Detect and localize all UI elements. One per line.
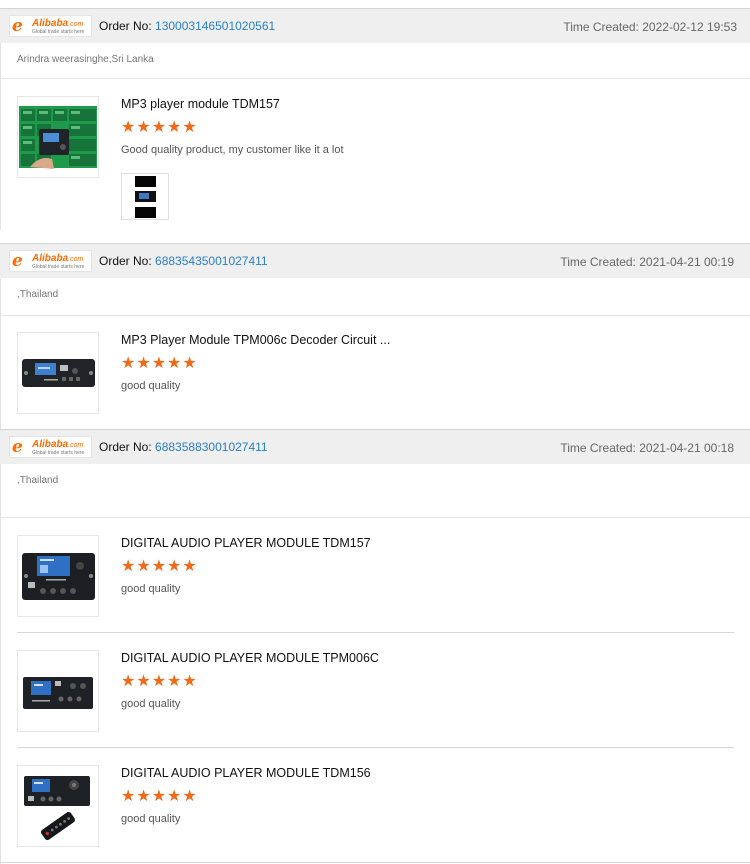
order-number: Order No: 130003146501020561 <box>99 18 275 34</box>
product-title[interactable]: MP3 Player Module TPM006c Decoder Circui… <box>121 332 390 348</box>
time-created-label: Time Created: <box>563 20 639 34</box>
module-tray-photo-icon <box>18 97 98 177</box>
product-title[interactable]: DIGITAL AUDIO PLAYER MODULE TDM157 <box>121 535 371 551</box>
order-header: e Alibaba.com Global trade starts here O… <box>0 244 750 278</box>
star-rating: ★★★★★ <box>121 558 198 575</box>
order-number-link[interactable]: 130003146501020561 <box>155 19 275 33</box>
alibaba-e-icon: e <box>12 16 23 36</box>
star-rating: ★★★★★ <box>121 673 198 690</box>
divider <box>0 862 750 863</box>
order-number-label: Order No: <box>99 19 152 33</box>
divider <box>17 747 734 748</box>
product-item: DIGITAL AUDIO PLAYER MODULE TDM156 ★★★★★… <box>17 765 734 864</box>
product-title[interactable]: MP3 player module TDM157 <box>121 96 280 112</box>
review-text: good quality <box>121 813 181 825</box>
alibaba-e-icon: e <box>12 437 23 457</box>
alibaba-logo[interactable]: e Alibaba.com Global trade starts here <box>9 436 92 458</box>
alibaba-logo[interactable]: e Alibaba.com Global trade starts here <box>9 15 92 37</box>
review-photo[interactable] <box>121 173 169 220</box>
logo-tagline: Global trade starts here <box>32 29 85 35</box>
divider <box>0 430 1 864</box>
audio-module-with-remote-photo-icon <box>18 766 98 846</box>
star-rating: ★★★★★ <box>121 355 198 372</box>
time-created: Time Created: 2022-02-12 19:53 <box>563 19 737 35</box>
divider <box>1 517 750 518</box>
order-number-label: Order No: <box>99 440 152 454</box>
time-created-value: 2021-04-21 00:18 <box>639 441 734 455</box>
audio-module-photo-icon <box>18 651 98 731</box>
product-title[interactable]: DIGITAL AUDIO PLAYER MODULE TPM006C <box>121 650 379 666</box>
review-photo-icon <box>122 174 168 219</box>
logo-tagline: Global trade starts here <box>32 264 85 270</box>
divider <box>1 315 750 316</box>
product-thumbnail[interactable] <box>17 96 99 178</box>
audio-module-photo-icon <box>18 333 98 413</box>
product-thumbnail[interactable] <box>17 765 99 847</box>
time-created-value: 2021-04-21 00:19 <box>639 255 734 269</box>
time-created: Time Created: 2021-04-21 00:18 <box>560 440 734 456</box>
alibaba-e-icon: e <box>12 251 23 271</box>
product-thumbnail[interactable] <box>17 332 99 414</box>
product-thumbnail[interactable] <box>17 535 99 617</box>
review-text: good quality <box>121 698 181 710</box>
order-card: e Alibaba.com Global trade starts here O… <box>0 243 750 429</box>
order-card: e Alibaba.com Global trade starts here O… <box>0 8 750 230</box>
buyer-name: ,Thailand <box>17 289 59 300</box>
star-rating: ★★★★★ <box>121 788 198 805</box>
divider <box>17 632 734 633</box>
order-number-label: Order No: <box>99 254 152 268</box>
order-number: Order No: 68835883001027411 <box>99 439 268 455</box>
product-thumbnail[interactable] <box>17 650 99 732</box>
order-number-link[interactable]: 68835883001027411 <box>155 440 268 454</box>
star-rating: ★★★★★ <box>121 119 198 136</box>
alibaba-logo[interactable]: e Alibaba.com Global trade starts here <box>9 250 92 272</box>
time-created-value: 2022-02-12 19:53 <box>642 20 737 34</box>
order-header: e Alibaba.com Global trade starts here O… <box>0 430 750 464</box>
order-card: e Alibaba.com Global trade starts here O… <box>0 429 750 864</box>
review-text: good quality <box>121 380 181 392</box>
order-number: Order No: 68835435001027411 <box>99 253 268 269</box>
buyer-name: Arindra weerasinghe,Sri Lanka <box>17 54 154 65</box>
logo-tagline: Global trade starts here <box>32 450 85 456</box>
time-created-label: Time Created: <box>560 441 636 455</box>
order-header: e Alibaba.com Global trade starts here O… <box>0 9 750 43</box>
product-title[interactable]: DIGITAL AUDIO PLAYER MODULE TDM156 <box>121 765 371 781</box>
time-created: Time Created: 2021-04-21 00:19 <box>560 254 734 270</box>
buyer-name: ,Thailand <box>17 475 59 486</box>
audio-module-photo-icon <box>18 536 98 616</box>
product-item: MP3 player module TDM157 ★★★★★ Good qual… <box>17 96 734 220</box>
time-created-label: Time Created: <box>560 255 636 269</box>
review-text: Good quality product, my customer like i… <box>121 144 344 156</box>
order-number-link[interactable]: 68835435001027411 <box>155 254 268 268</box>
divider <box>1 78 750 79</box>
review-text: good quality <box>121 583 181 595</box>
